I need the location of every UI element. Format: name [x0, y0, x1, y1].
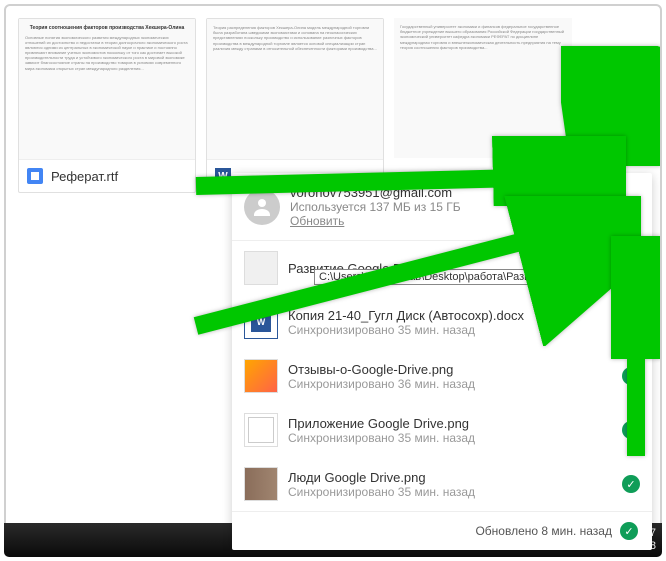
sync-check-icon: ✓: [622, 475, 640, 493]
file-thumbnail: [244, 467, 278, 501]
file-status: Синхронизировано 36 мин. назад: [288, 377, 612, 391]
drive-sync-panel: voronov753951@gmail.com Используется 137…: [232, 173, 652, 550]
document-preview: Теория соотношения факторов производства…: [19, 19, 195, 159]
upgrade-link[interactable]: Обновить: [290, 214, 344, 228]
file-name: Люди Google Drive.png: [288, 470, 612, 485]
file-item[interactable]: Люди Google Drive.png Синхронизировано 3…: [232, 457, 652, 511]
doc-rtf-icon: [27, 168, 43, 184]
sync-header: voronov753951@gmail.com Используется 137…: [232, 173, 652, 241]
file-item[interactable]: Приложение Google Drive.png Синхронизиро…: [232, 403, 652, 457]
document-card[interactable]: Государственный университет экономики и …: [394, 18, 572, 193]
file-item[interactable]: Развитие Google Drive.png C:\Users\Влади…: [232, 241, 652, 295]
storage-info: Используется 137 МБ из 15 ГБ Обновить: [290, 200, 514, 228]
file-thumbnail: [244, 359, 278, 393]
last-updated: Обновлено 8 мин. назад: [475, 524, 612, 538]
document-name: Реферат.rtf: [51, 169, 118, 184]
file-name: Приложение Google Drive.png: [288, 416, 612, 431]
user-email: voronov753951@gmail.com: [290, 185, 514, 200]
file-item[interactable]: Отзывы-о-Google-Drive.png Синхронизирова…: [232, 349, 652, 403]
open-folder-icon[interactable]: [558, 196, 580, 218]
file-status: Синхронизировано 35 мин. назад: [288, 323, 612, 337]
file-status: Синхронизировано 35 мин. назад: [288, 485, 612, 499]
drive-folder-icon[interactable]: [524, 194, 550, 220]
file-item[interactable]: W Копия 21-40_Гугл Диск (Автосохр).docx …: [232, 295, 652, 349]
more-options-icon[interactable]: [618, 196, 640, 218]
file-name: Копия 21-40_Гугл Диск (Автосохр).docx: [288, 308, 612, 323]
sync-footer: Обновлено 8 мин. назад ✓: [232, 511, 652, 550]
document-preview: Теория распределения факторов Хекшера-Ол…: [207, 19, 383, 159]
document-card[interactable]: Теория распределения факторов Хекшера-Ол…: [206, 18, 384, 193]
file-thumbnail: [244, 413, 278, 447]
file-status: Синхронизировано 35 мин. назад: [288, 431, 612, 445]
path-tooltip: C:\Users\Владислав\Desktop\работа\Развит…: [314, 269, 647, 285]
document-card[interactable]: Теория соотношения факторов производства…: [18, 18, 196, 193]
user-avatar[interactable]: [244, 189, 280, 225]
file-thumbnail: [244, 251, 278, 285]
file-list: Развитие Google Drive.png C:\Users\Влади…: [232, 241, 652, 511]
doc-word-icon: W: [215, 168, 231, 184]
sync-check-icon: ✓: [622, 421, 640, 439]
document-preview: Государственный университет экономики и …: [394, 18, 572, 158]
sync-check-icon: ✓: [620, 522, 638, 540]
main-container: Теория соотношения факторов производства…: [4, 4, 662, 553]
file-thumbnail: W: [244, 305, 278, 339]
chat-icon[interactable]: [588, 196, 610, 218]
sync-check-icon: ✓: [622, 313, 640, 331]
sync-check-icon: ✓: [622, 367, 640, 385]
file-name: Отзывы-о-Google-Drive.png: [288, 362, 612, 377]
